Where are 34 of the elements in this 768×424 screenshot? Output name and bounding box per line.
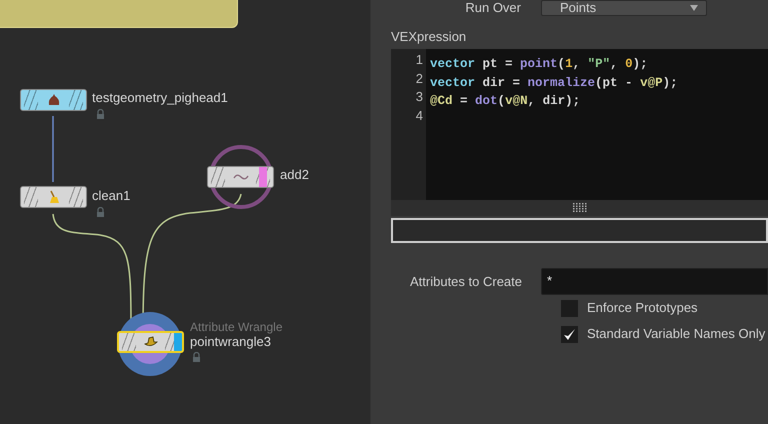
node-type-label: Attribute Wrangle <box>190 320 282 334</box>
line-number: 1 <box>416 51 423 69</box>
checkbox-label: Standard Variable Names Only <box>587 325 766 343</box>
node-name: testgeometry_pighead1 <box>92 90 228 106</box>
checkbox-label: Enforce Prototypes <box>587 299 698 317</box>
line-number: 2 <box>416 70 423 88</box>
checkmark-icon <box>563 328 576 340</box>
code-editor[interactable]: 1 2 3 4 vector pt = point(1, "P", 0); vector dir = normalize(pt - v@P); @Cd = dot(v@N, dir); <box>391 49 768 200</box>
cowboy-hat-icon <box>144 336 158 348</box>
grip-icon <box>572 203 586 213</box>
run-over-label: Run Over <box>464 1 522 15</box>
tilde-icon <box>232 172 248 182</box>
checkbox[interactable] <box>561 326 578 342</box>
line-number: 3 <box>416 88 423 106</box>
node-tile[interactable] <box>117 331 184 353</box>
attributes-field[interactable]: * <box>541 268 768 295</box>
text-field[interactable] <box>391 218 768 243</box>
node-name: clean1 <box>92 188 130 204</box>
pig-head-icon <box>46 93 60 107</box>
code-line: vector pt = point(1, "P", 0); <box>430 57 648 71</box>
checkbox[interactable] <box>561 300 578 316</box>
dropdown-arrow-icon <box>690 5 698 11</box>
run-over-dropdown[interactable]: Points <box>541 0 707 16</box>
vexpression-label: VEXpression <box>391 29 468 45</box>
attributes-to-create-label: Attributes to Create <box>409 272 523 291</box>
node-tile[interactable] <box>20 89 87 111</box>
code-line: @Cd = dot(v@N, dir); <box>430 94 580 108</box>
node-tile[interactable] <box>207 166 274 188</box>
node-name: add2 <box>280 167 309 183</box>
node-tile[interactable] <box>20 186 87 208</box>
line-number: 4 <box>416 106 423 124</box>
code-line: vector dir = normalize(pt - v@P); <box>430 76 678 90</box>
node-name: pointwrangle3 <box>190 334 271 350</box>
wire <box>52 116 54 182</box>
